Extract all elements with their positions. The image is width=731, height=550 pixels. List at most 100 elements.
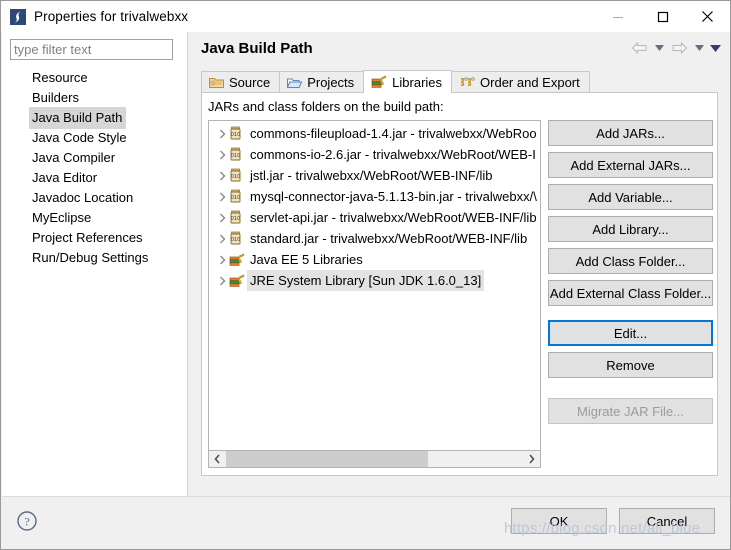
scroll-right-chevron-right-icon[interactable] xyxy=(523,451,540,467)
migrate-jar-file-button[interactable]: Migrate JAR File... xyxy=(548,398,713,424)
source-folder-icon xyxy=(209,76,224,89)
page-header: Java Build Path xyxy=(189,32,730,64)
svg-text:?: ? xyxy=(24,515,29,529)
expand-chevron-right-icon[interactable] xyxy=(215,171,229,181)
expand-chevron-right-icon[interactable] xyxy=(215,255,229,265)
tab-projects[interactable]: Projects xyxy=(279,71,365,93)
list-item-label: commons-io-2.6.jar - trivalwebxx/WebRoot… xyxy=(250,147,536,162)
page-navigation xyxy=(628,38,722,58)
tab-libraries[interactable]: Libraries xyxy=(363,70,453,93)
cancel-button[interactable]: Cancel xyxy=(619,508,715,534)
list-label: JARs and class folders on the build path… xyxy=(208,99,444,114)
list-item[interactable]: 010 servlet-api.jar - trivalwebxx/WebRoo… xyxy=(209,207,540,228)
edit-button[interactable]: Edit... xyxy=(548,320,713,346)
view-menu-caret-down-filled-icon[interactable] xyxy=(708,38,722,58)
libraries-panel: JARs and class folders on the build path… xyxy=(201,93,718,476)
jar-icon: 010 xyxy=(229,189,247,204)
remove-button[interactable]: Remove xyxy=(548,352,713,378)
jar-icon: 010 xyxy=(229,147,247,162)
sidebar-item-label: Run/Debug Settings xyxy=(32,250,149,265)
sidebar-item-java-editor[interactable]: Java Editor xyxy=(2,168,188,188)
books-icon xyxy=(371,75,387,89)
svg-text:010: 010 xyxy=(231,174,241,180)
tab-label: Source xyxy=(229,75,271,90)
sidebar-item-label: Javadoc Location xyxy=(32,190,134,205)
sidebar-item-project-references[interactable]: Project References xyxy=(2,228,188,248)
add-jars-button[interactable]: Add JARs... xyxy=(548,120,713,146)
tab-label: Projects xyxy=(307,75,355,90)
list-item-label: commons-fileupload-1.4.jar - trivalwebxx… xyxy=(250,126,537,141)
scrollbar-thumb[interactable] xyxy=(226,451,428,467)
close-icon[interactable] xyxy=(685,1,730,32)
list-item-label: Java EE 5 Libraries xyxy=(250,252,363,267)
add-external-jars-button[interactable]: Add External JARs... xyxy=(548,152,713,178)
sidebar-item-java-compiler[interactable]: Java Compiler xyxy=(2,148,188,168)
sidebar-item-myeclipse[interactable]: MyEclipse xyxy=(2,208,188,228)
add-variable-button[interactable]: Add Variable... xyxy=(548,184,713,210)
ok-button[interactable]: OK xyxy=(511,508,607,534)
back-arrow-icon[interactable] xyxy=(628,38,650,58)
sidebar-item-java-code-style[interactable]: Java Code Style xyxy=(2,128,188,148)
title-bar: Properties for trivalwebxx xyxy=(1,1,730,32)
expand-chevron-right-icon[interactable] xyxy=(215,150,229,160)
expand-chevron-right-icon[interactable] xyxy=(215,276,229,286)
list-item-label: jstl.jar - trivalwebxx/WebRoot/WEB-INF/l… xyxy=(250,168,493,183)
minimize-icon[interactable] xyxy=(595,1,640,32)
scrollbar-track[interactable] xyxy=(226,451,523,467)
page-title: Java Build Path xyxy=(201,39,313,57)
help-circle-icon[interactable]: ? xyxy=(15,509,39,533)
build-path-list[interactable]: 010 commons-fileupload-1.4.jar - trivalw… xyxy=(208,120,541,468)
list-item[interactable]: JRE System Library [Sun JDK 1.6.0_13] xyxy=(209,270,540,291)
sidebar-item-label: MyEclipse xyxy=(32,210,92,225)
list-item[interactable]: 010 jstl.jar - trivalwebxx/WebRoot/WEB-I… xyxy=(209,165,540,186)
sidebar-item-resource[interactable]: Resource xyxy=(2,68,188,88)
jar-icon: 010 xyxy=(229,168,247,183)
sidebar-item-builders[interactable]: Builders xyxy=(2,88,188,108)
sidebar-item-java-build-path[interactable]: Java Build Path xyxy=(2,107,188,129)
settings-sidebar: Resource Builders Java Build Path Java C… xyxy=(2,32,188,496)
svg-text:010: 010 xyxy=(231,195,241,201)
library-actions: Add JARs... Add External JARs... Add Var… xyxy=(548,120,713,430)
expand-chevron-right-icon[interactable] xyxy=(215,129,229,139)
sidebar-item-label: Java Editor xyxy=(32,170,98,185)
tab-bar: Source Projects Libraries Order and Expo… xyxy=(201,70,590,93)
tab-source[interactable]: Source xyxy=(201,71,281,93)
list-item[interactable]: 010 mysql-connector-java-5.1.13-bin.jar … xyxy=(209,186,540,207)
list-item[interactable]: 010 commons-fileupload-1.4.jar - trivalw… xyxy=(209,123,540,144)
add-class-folder-button[interactable]: Add Class Folder... xyxy=(548,248,713,274)
jar-icon: 010 xyxy=(229,126,247,141)
horizontal-scrollbar[interactable] xyxy=(208,450,541,468)
maximize-icon[interactable] xyxy=(640,1,685,32)
forward-menu-caret-down-icon[interactable] xyxy=(692,38,706,58)
back-menu-caret-down-icon[interactable] xyxy=(652,38,666,58)
sidebar-item-label: Java Build Path xyxy=(29,107,127,129)
tab-label: Order and Export xyxy=(480,75,580,90)
sidebar-item-label: Builders xyxy=(32,90,79,105)
tab-order-and-export[interactable]: Order and Export xyxy=(451,71,590,93)
add-external-class-folder-button[interactable]: Add External Class Folder... xyxy=(548,280,713,306)
sidebar-item-javadoc-location[interactable]: Javadoc Location xyxy=(2,188,188,208)
list-item[interactable]: 010 commons-io-2.6.jar - trivalwebxx/Web… xyxy=(209,144,540,165)
expand-chevron-right-icon[interactable] xyxy=(215,234,229,244)
add-library-button[interactable]: Add Library... xyxy=(548,216,713,242)
sidebar-item-label: Java Compiler xyxy=(32,150,116,165)
scroll-left-chevron-left-icon[interactable] xyxy=(209,451,226,467)
tab-label: Libraries xyxy=(392,74,443,90)
jar-icon: 010 xyxy=(229,231,247,246)
window-title: Properties for trivalwebxx xyxy=(34,9,189,24)
eclipse-properties-icon xyxy=(9,7,27,26)
jar-icon: 010 xyxy=(229,210,247,225)
expand-chevron-right-icon[interactable] xyxy=(215,213,229,223)
list-item-label: JRE System Library [Sun JDK 1.6.0_13] xyxy=(247,270,485,291)
sidebar-item-label: Java Code Style xyxy=(32,130,127,145)
svg-text:010: 010 xyxy=(231,153,241,159)
list-item[interactable]: 010 standard.jar - trivalwebxx/WebRoot/W… xyxy=(209,228,540,249)
list-item[interactable]: Java EE 5 Libraries xyxy=(209,249,540,270)
list-item-label: mysql-connector-java-5.1.13-bin.jar - tr… xyxy=(250,189,537,204)
sidebar-item-run-debug-settings[interactable]: Run/Debug Settings xyxy=(2,248,188,268)
forward-arrow-icon[interactable] xyxy=(668,38,690,58)
expand-chevron-right-icon[interactable] xyxy=(215,192,229,202)
window-controls xyxy=(595,1,730,32)
filter-input[interactable] xyxy=(10,39,173,60)
sidebar-item-label: Project References xyxy=(32,230,143,245)
